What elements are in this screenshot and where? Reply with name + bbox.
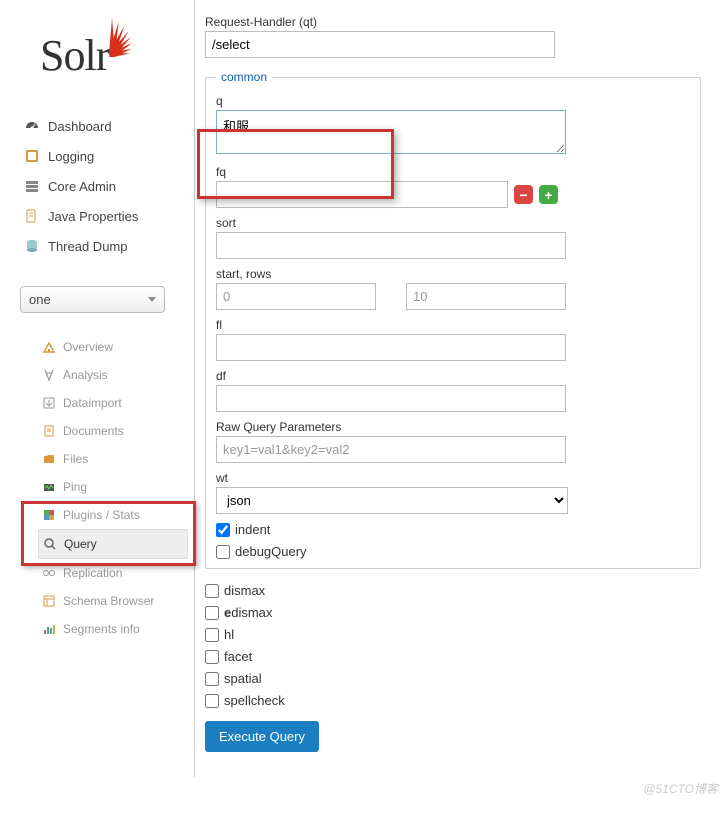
qt-label: Request-Handler (qt) (205, 15, 701, 29)
wt-label: wt (216, 471, 690, 485)
nav-label: Ping (63, 480, 87, 494)
common-fieldset: common q 和服 fq − + sort start, rows (205, 70, 701, 569)
documents-icon (42, 424, 56, 438)
core-selector-value: one (29, 292, 51, 307)
core-nav-analysis[interactable]: Analysis (38, 361, 190, 389)
hl-label: hl (224, 627, 234, 642)
nav-label: Plugins / Stats (63, 508, 140, 522)
nav-threaddump[interactable]: Thread Dump (20, 231, 190, 261)
core-nav-replication[interactable]: Replication (38, 559, 190, 587)
edismax-label: edismax (224, 605, 272, 620)
core-nav: Overview Analysis Dataimport Documents F… (38, 333, 190, 643)
common-legend: common (216, 70, 272, 84)
startrows-label: start, rows (216, 267, 690, 281)
nav-dashboard[interactable]: Dashboard (20, 111, 190, 141)
execute-query-button[interactable]: Execute Query (205, 721, 319, 752)
sort-label: sort (216, 216, 690, 230)
plugins-icon (42, 508, 56, 522)
dashboard-icon (24, 118, 40, 134)
nav-label: Overview (63, 340, 113, 354)
nav-label: Analysis (63, 368, 108, 382)
indent-checkbox[interactable] (216, 523, 230, 537)
wt-select[interactable]: json (216, 487, 568, 514)
core-nav-query[interactable]: Query (38, 529, 188, 559)
nav-label: Java Properties (48, 209, 138, 224)
qt-input[interactable] (205, 31, 555, 58)
core-nav-schema[interactable]: Schema Browser (38, 587, 190, 615)
core-nav-dataimport[interactable]: Dataimport (38, 389, 190, 417)
debugquery-checkbox[interactable] (216, 545, 230, 559)
q-input[interactable]: 和服 (216, 110, 566, 154)
fl-input[interactable] (216, 334, 566, 361)
sort-input[interactable] (216, 232, 566, 259)
fl-label: fl (216, 318, 690, 332)
add-fq-button[interactable]: + (539, 185, 558, 204)
nav-label: Query (64, 537, 97, 551)
nav-label: Logging (48, 149, 94, 164)
nav-label: Dataimport (63, 396, 122, 410)
core-selector[interactable]: one (20, 286, 165, 313)
java-icon (24, 208, 40, 224)
q-label: q (216, 94, 690, 108)
dataimport-icon (42, 396, 56, 410)
nav-logging[interactable]: Logging (20, 141, 190, 171)
thread-icon (24, 238, 40, 254)
nav-javaproperties[interactable]: Java Properties (20, 201, 190, 231)
dismax-label: dismax (224, 583, 265, 598)
analysis-icon (42, 368, 56, 382)
core-nav-overview[interactable]: Overview (38, 333, 190, 361)
coreadmin-icon (24, 178, 40, 194)
sun-icon (105, 15, 147, 57)
nav-label: Files (63, 452, 88, 466)
logging-icon (24, 148, 40, 164)
facet-checkbox[interactable] (205, 650, 219, 664)
spatial-checkbox[interactable] (205, 672, 219, 686)
debugquery-label: debugQuery (235, 544, 307, 559)
logo-text: Solr (40, 30, 109, 81)
rows-input[interactable] (406, 283, 566, 310)
overview-icon (42, 340, 56, 354)
core-nav-segments[interactable]: Segments info (38, 615, 190, 643)
dismax-checkbox[interactable] (205, 584, 219, 598)
schema-icon (42, 594, 56, 608)
indent-label: indent (235, 522, 270, 537)
core-nav-files[interactable]: Files (38, 445, 190, 473)
caret-down-icon (148, 297, 156, 302)
core-nav-documents[interactable]: Documents (38, 417, 190, 445)
core-nav-ping[interactable]: Ping (38, 473, 190, 501)
nav-coreadmin[interactable]: Core Admin (20, 171, 190, 201)
spellcheck-checkbox[interactable] (205, 694, 219, 708)
logo: Solr (40, 15, 190, 81)
nav-label: Core Admin (48, 179, 116, 194)
ping-icon (42, 480, 56, 494)
nav-label: Thread Dump (48, 239, 127, 254)
spatial-label: spatial (224, 671, 262, 686)
rawq-input[interactable] (216, 436, 566, 463)
nav-label: Schema Browser (63, 594, 154, 608)
df-label: df (216, 369, 690, 383)
nav-label: Segments info (63, 622, 140, 636)
df-input[interactable] (216, 385, 566, 412)
core-nav-plugins[interactable]: Plugins / Stats (38, 501, 190, 529)
replication-icon (42, 566, 56, 580)
watermark: @51CTO博客 (643, 780, 718, 797)
remove-fq-button[interactable]: − (514, 185, 533, 204)
nav-label: Documents (63, 424, 124, 438)
start-input[interactable] (216, 283, 376, 310)
edismax-checkbox[interactable] (205, 606, 219, 620)
spellcheck-label: spellcheck (224, 693, 285, 708)
nav-label: Dashboard (48, 119, 112, 134)
nav-label: Replication (63, 566, 122, 580)
fq-label: fq (216, 165, 690, 179)
fq-input[interactable] (216, 181, 508, 208)
files-icon (42, 452, 56, 466)
hl-checkbox[interactable] (205, 628, 219, 642)
facet-label: facet (224, 649, 252, 664)
query-icon (43, 537, 57, 551)
rawq-label: Raw Query Parameters (216, 420, 690, 434)
segments-icon (42, 622, 56, 636)
main-nav: Dashboard Logging Core Admin Java Proper… (20, 111, 190, 261)
